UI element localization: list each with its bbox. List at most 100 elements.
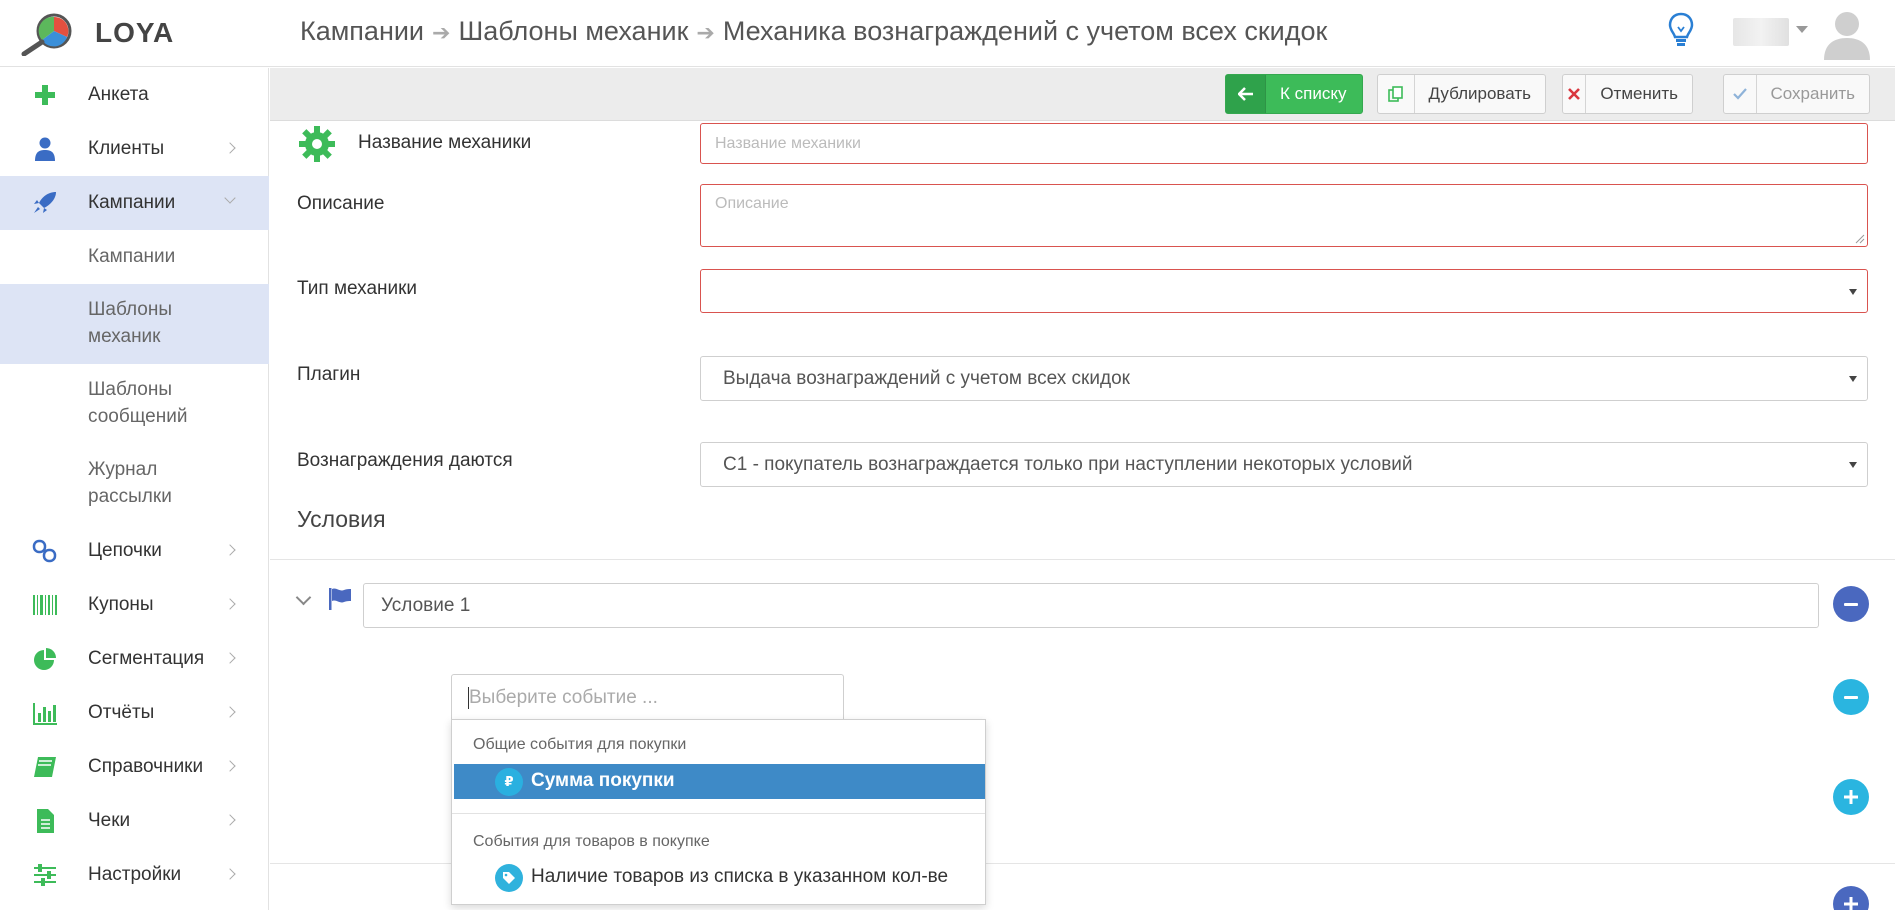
dropdown-option-products-in-list[interactable]: Наличие товаров из списка в указанном ко… [454,860,985,895]
sidebar-item-label: Отчёты [88,702,155,723]
app-name: LOYA [95,17,175,48]
save-button[interactable]: Сохранить [1723,74,1870,114]
remove-condition-button[interactable] [1833,586,1869,622]
avatar[interactable] [1822,8,1872,60]
sidebar-item-label: Кампании [88,192,176,213]
link-icon [32,539,57,563]
minus-icon [1844,695,1858,699]
dropdown-group-label: События для товаров в покупке [473,833,710,850]
sidebar-item-label: Анкета [88,84,149,105]
sidebar-subitem-label: Шаблоны механик [88,299,173,347]
chevron-right-icon [224,142,236,154]
duplicate-label: Дублировать [1428,84,1531,103]
plus-icon [1844,790,1858,804]
divider [270,559,1895,560]
gear-icon [299,126,335,162]
sidebar-subitem-mailing-log[interactable]: Журнал рассылки [0,444,269,524]
sidebar-item-chains[interactable]: Цепочки [0,524,269,578]
tag-icon [495,864,523,892]
sidebar-subitem-message-templates[interactable]: Шаблоны сообщений [0,364,269,444]
user-icon [35,137,55,161]
mechanic-type-label: Тип механики [297,278,418,299]
condition-name-value: Условие 1 [381,595,471,616]
rewards-given-value: С1 - покупатель вознаграждается только п… [723,454,1413,475]
sidebar-item-receipts[interactable]: Чеки [0,794,269,848]
sidebar-item-clients[interactable]: Клиенты [0,122,269,176]
chevron-right-icon [224,868,236,880]
document-icon [37,809,54,833]
cancel-label: Отменить [1600,84,1678,103]
mechanic-name-input[interactable]: Название механики [700,123,1868,164]
add-condition-button[interactable] [1833,886,1869,910]
sidebar-subitem-label: Шаблоны сообщений [88,379,188,427]
sidebar-item-settings[interactable]: Настройки [0,848,269,902]
sidebar-item-label: Настройки [88,864,182,885]
chevron-down-icon [224,192,236,204]
logo-magnifier-icon [21,13,72,56]
chevron-right-icon [224,760,236,772]
duplicate-button[interactable]: Дублировать [1377,74,1546,114]
sidebar-item-label: Купоны [88,594,154,615]
description-label: Описание [297,193,385,214]
mechanic-name-placeholder: Название механики [715,135,861,152]
condition-name-input[interactable]: Условие 1 [363,583,1819,628]
sidebar-item-directories[interactable]: Справочники [0,740,269,794]
sidebar-item-label: Клиенты [88,138,165,159]
breadcrumb-item-current: Механика вознаграждений с учетом всех ск… [722,16,1328,46]
breadcrumb-item-templates[interactable]: Шаблоны механик [458,16,688,46]
plus-icon [35,85,55,105]
conditions-title: Условия [297,506,386,532]
sidebar-item-label: Цепочки [88,540,162,561]
chevron-down-icon[interactable] [295,589,312,606]
breadcrumb-item-campaigns[interactable]: Кампании [300,16,424,46]
book-icon [34,757,56,777]
add-event-button[interactable] [1833,779,1869,815]
resize-handle-icon[interactable] [1855,234,1865,244]
plugin-value: Выдача вознаграждений с учетом всех скид… [723,368,1130,389]
plugin-label: Плагин [297,364,361,385]
bar-chart-icon [33,703,57,725]
sidebar-item-label: Чеки [88,810,131,831]
sidebar-item-coupons[interactable]: Купоны [0,578,269,632]
lightbulb-icon[interactable] [1668,12,1694,50]
rewards-given-select[interactable]: С1 - покупатель вознаграждается только п… [700,442,1868,487]
sidebar-item-reports[interactable]: Отчёты [0,686,269,740]
sidebar-item-campaigns[interactable]: Кампании [0,176,269,230]
app-logo[interactable]: LOYA [20,12,280,56]
flag-icon [329,588,351,610]
dropdown-option-purchase-sum[interactable]: ₽ Сумма покупки [454,764,985,799]
sliders-icon [34,864,56,886]
ruble-icon: ₽ [495,768,523,796]
sidebar-subitem-mechanics-templates[interactable]: Шаблоны механик [0,284,269,364]
dropdown-option-label: Сумма покупки [531,770,675,791]
minus-icon [1844,602,1858,606]
user-name-hidden[interactable] [1733,18,1789,46]
chevron-right-icon [224,544,236,556]
save-label: Сохранить [1770,84,1855,103]
sidebar-subitem-campaigns[interactable]: Кампании [0,230,269,284]
caret-down-icon [1849,462,1857,468]
checkmark-icon [1724,75,1757,113]
remove-event-button[interactable] [1833,679,1869,715]
plugin-select[interactable]: Выдача вознаграждений с учетом всех скид… [700,356,1868,401]
dropdown-group-label: Общие события для покупки [473,736,687,753]
caret-down-icon [1849,289,1857,295]
sidebar-subitem-label: Журнал рассылки [88,459,172,507]
chevron-right-icon [224,814,236,826]
description-placeholder: Описание [715,195,789,212]
back-to-list-button[interactable]: К списку [1225,74,1363,114]
event-dropdown: Общие события для покупки ₽ Сумма покупк… [451,719,986,905]
sidebar-item-label: Справочники [88,756,204,777]
rewards-given-label: Вознаграждения даются [297,450,513,471]
sidebar-item-segmentation[interactable]: Сегментация [0,632,269,686]
chevron-down-icon[interactable] [1796,26,1808,33]
description-textarea[interactable]: Описание [700,184,1868,247]
event-search-input[interactable]: Выберите событие ... [451,674,844,720]
mechanic-type-select[interactable] [700,269,1868,313]
cancel-button[interactable]: Отменить [1562,74,1693,114]
sidebar-item-questionnaire[interactable]: Анкета [0,68,269,122]
barcode-icon [33,595,57,615]
action-toolbar: К списку Дублировать Отменить Сохранить [270,68,1895,121]
back-to-list-label: К списку [1280,84,1347,103]
arrow-left-icon [1226,75,1266,113]
